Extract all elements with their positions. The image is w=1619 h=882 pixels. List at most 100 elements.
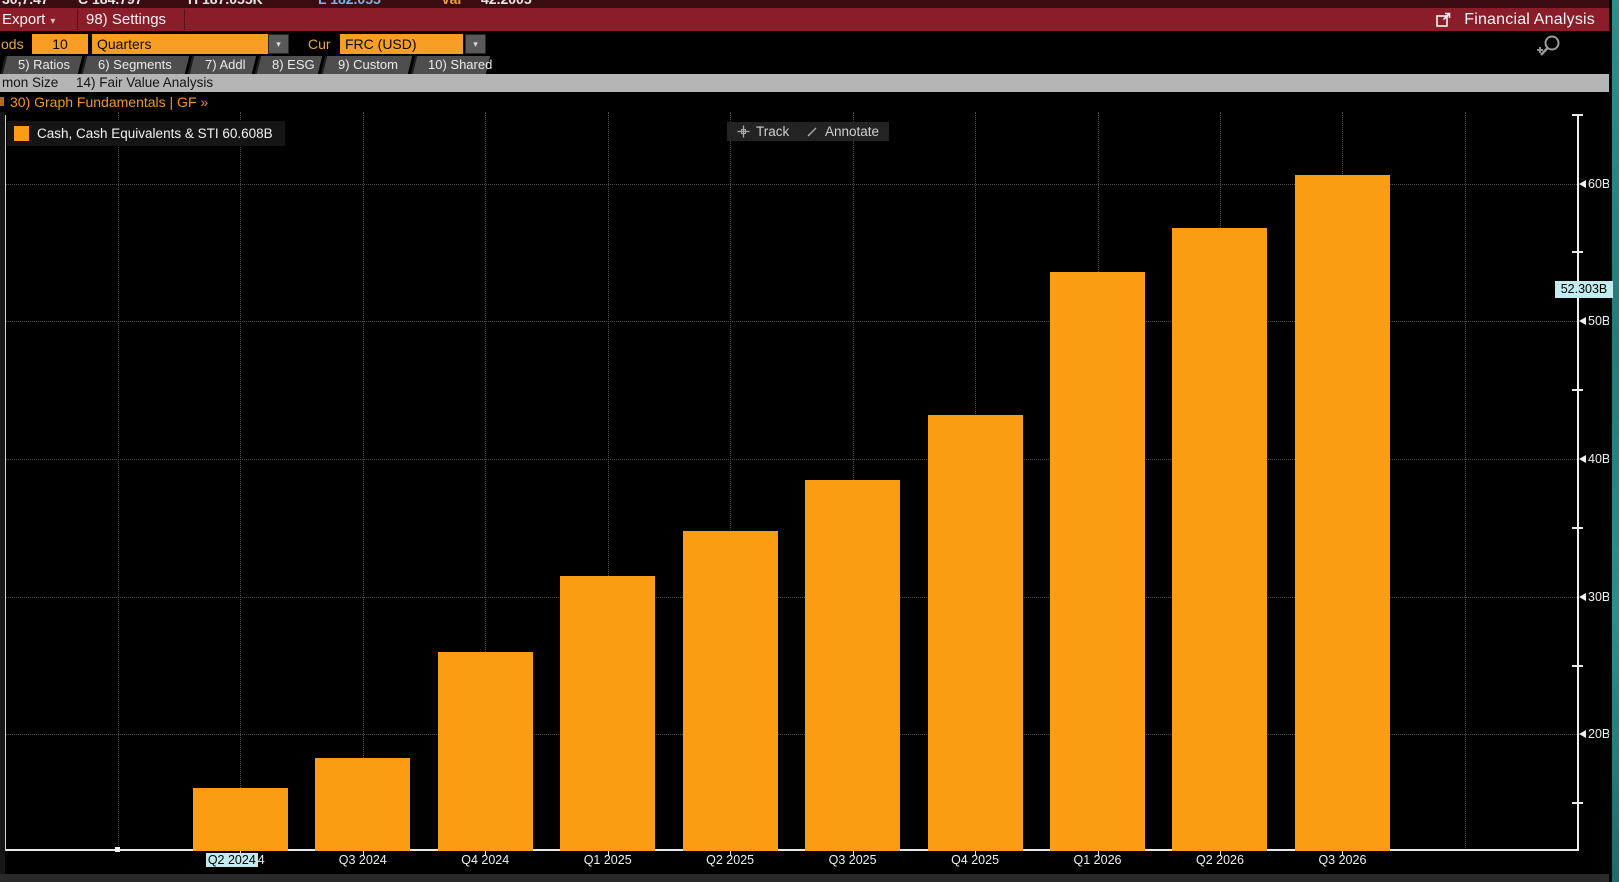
bar-q4-2025[interactable] [928,415,1023,851]
y-tick-arrow [1579,730,1586,738]
vertical-gridline [1465,112,1466,850]
y-minor-tick [1572,665,1583,667]
pop-out-icon[interactable] [1435,12,1452,28]
tab-ratios[interactable]: 5) Ratios [1,56,82,74]
annotate-pencil-icon [806,125,819,138]
legend-label: Cash, Cash Equivalents & STI 60.608B [37,126,273,141]
y-minor-tick [1572,527,1583,529]
subtab-fair-value-analysis[interactable]: 14) Fair Value Analysis [76,74,213,92]
bar-q1-2025[interactable] [560,576,655,851]
y-tick-arrow [1579,180,1586,188]
ticker-fragment: Val [441,0,461,7]
x-tick-label: Q3 2025 [788,853,918,867]
x-tick-label: Q3 2024 [298,853,428,867]
y-tick-arrow [1579,317,1586,325]
track-label: Track [756,124,789,139]
ticker-fragment: L 182.055 [318,0,381,7]
periods-input[interactable]: 10 [32,34,88,54]
menu-bar: Export ▾ 98) Settings Financial Analysis [0,8,1609,31]
settings-button[interactable]: 98) Settings [86,8,166,31]
track-button[interactable]: Track [727,122,799,141]
baseline-marker [115,847,120,852]
x-tick-label: Q2 20244 [170,853,300,867]
y-tick-label: 40B [1588,451,1610,467]
bar-chart: 20B30B40B50B60BQ2 20244Q3 2024Q4 2024Q1 … [0,112,1609,874]
x-tick-label: Q1 2026 [1033,853,1163,867]
export-label: Export [2,11,45,28]
ticker-fragment: 30,7.47 [2,0,49,7]
x-tick-label: Q4 2024 [420,853,550,867]
tab-shared[interactable]: 10) Shared [411,56,490,74]
graph-fundamentals-link[interactable]: 30) Graph Fundamentals | GF » [10,92,208,112]
subtab-bar: mon Size 14) Fair Value Analysis [0,74,1609,92]
x-tick-label: Q1 2025 [543,853,673,867]
vertical-scrollbar[interactable] [1612,0,1619,882]
bottom-edge-strip [0,874,1609,882]
y-minor-tick [1572,389,1583,391]
tab-label: 6) Segments [85,56,187,74]
bar-q3-2026[interactable] [1295,175,1390,851]
vertical-gridline [363,112,364,850]
chevron-down-icon: ▾ [50,16,55,27]
tab-label: 10) Shared [415,56,488,74]
tab-label: 9) Custom [325,56,410,74]
x-tick-label: Q4 2025 [910,853,1040,867]
vertical-gridline [118,112,119,850]
y-tick-label: 30B [1588,589,1610,605]
annotate-button[interactable]: Annotate [796,122,889,141]
ticker-fragment: H 187.055K [188,0,263,7]
menubar-divider [77,9,78,30]
menubar-divider [184,9,185,30]
toolbar-row: ods 10 Quarters ▾ Cur FRC (USD) ▾ [0,31,1609,56]
ticker-strip: 30,7.47C 184.797H 187.055KL 182.055Val42… [0,0,1609,8]
tracked-category-highlight: Q2 2024 [206,853,258,867]
y-minor-tick [1572,802,1583,804]
x-tick-label: Q2 2025 [665,853,795,867]
bar-q2-2025[interactable] [683,531,778,851]
legend-swatch [14,126,29,141]
bar-q2-2026[interactable] [1172,228,1267,851]
y-minor-tick [1572,251,1583,253]
tab-label: 7) Addl [192,56,254,74]
bar-q1-2026[interactable] [1050,272,1145,851]
annotate-label: Annotate [825,124,879,139]
legend-item-cash[interactable]: Cash, Cash Equivalents & STI 60.608B [7,121,285,146]
tab-custom[interactable]: 9) Custom [321,56,412,74]
window-title: Financial Analysis [1464,11,1595,29]
periods-label: ods [1,34,24,54]
ticker-fragment: 42.2005 [481,0,532,7]
bar-q4-2024[interactable] [438,652,533,851]
x-tick-label: Q2 2026 [1155,853,1285,867]
y-tick-label: 50B [1588,313,1610,329]
tab-addl[interactable]: 7) Addl [188,56,256,74]
currency-dropdown-arrow[interactable]: ▾ [465,34,486,54]
tab-bar: 5) Ratios 6) Segments 7) Addl 8) ESG 9) Cust… [0,56,1609,74]
left-notch-icon [0,97,4,106]
y-minor-tick [1572,114,1583,116]
subtab-common-size[interactable]: mon Size [2,74,58,92]
export-button[interactable]: Export ▾ [2,8,55,31]
tab-segments[interactable]: 6) Segments [81,56,189,74]
tab-esg[interactable]: 8) ESG [255,56,322,74]
period-unit-select[interactable]: Quarters [92,34,268,54]
y-tick-arrow [1579,455,1586,463]
period-unit-dropdown-arrow[interactable]: ▾ [268,34,289,54]
gf-bar: 30) Graph Fundamentals | GF » [0,92,1609,112]
currency-label: Cur [308,34,331,54]
y-tick-label: 60B [1588,176,1610,192]
tab-label: 5) Ratios [5,56,80,74]
tracked-value-label: 52.303B [1555,281,1613,298]
currency-select[interactable]: FRC (USD) [340,34,463,54]
bar-q2-2024[interactable] [193,788,288,851]
bar-q3-2025[interactable] [805,480,900,851]
bar-q3-2024[interactable] [315,758,410,851]
plot-left-border [5,115,6,851]
y-tick-arrow [1579,593,1586,601]
y-axis-line [1577,115,1579,851]
y-tick-label: 20B [1588,726,1610,742]
vertical-gridline [240,112,241,850]
x-tick-label: Q3 2026 [1277,853,1407,867]
category-suffix: 4 [258,853,265,867]
crosshair-icon [737,125,750,138]
tab-label: 8) ESG [259,56,320,74]
